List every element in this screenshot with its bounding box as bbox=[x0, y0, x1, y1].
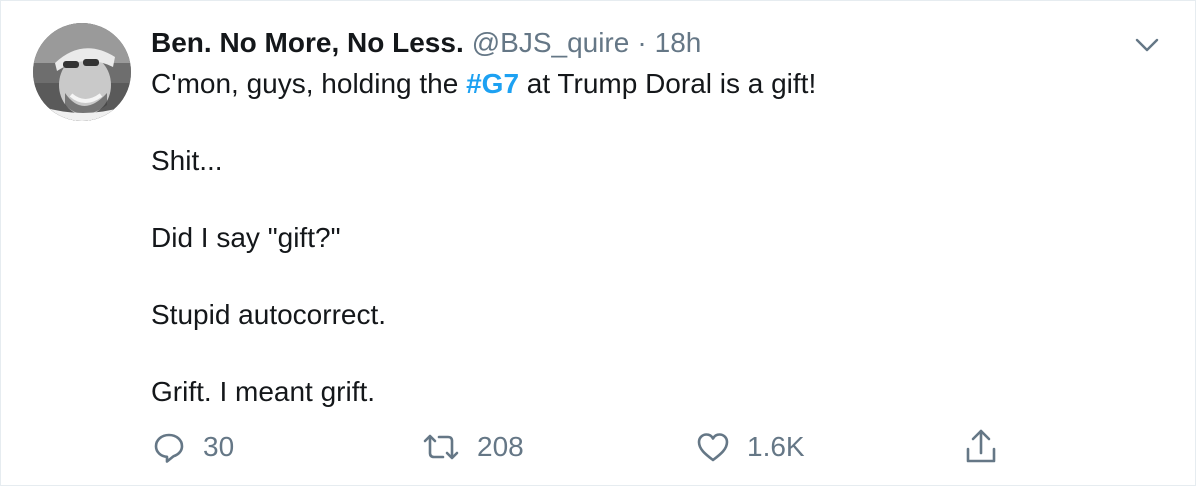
tweet-header: Ben. No More, No Less. @BJS_quire · 18h bbox=[151, 23, 1135, 63]
avatar[interactable] bbox=[33, 23, 131, 121]
tweet-content: Ben. No More, No Less. @BJS_quire · 18h … bbox=[151, 23, 1135, 411]
heart-icon bbox=[695, 429, 731, 465]
separator-dot: · bbox=[637, 27, 647, 58]
reply-count: 30 bbox=[203, 431, 235, 462]
like-count: 1.6K bbox=[747, 431, 805, 462]
hashtag-link[interactable]: #G7 bbox=[466, 68, 519, 99]
tweet-line-5: Grift. I meant grift. bbox=[151, 376, 376, 407]
user-handle[interactable]: @BJS_quire bbox=[472, 23, 630, 63]
share-button[interactable] bbox=[963, 425, 999, 469]
tweet-line-1: C'mon, guys, holding the #G7 at Trump Do… bbox=[151, 65, 1135, 103]
retweet-count: 208 bbox=[477, 431, 524, 462]
line1-after-text: at Trump Doral is a gift! bbox=[519, 68, 817, 99]
tweet-card[interactable]: Ben. No More, No Less. @BJS_quire · 18h … bbox=[0, 0, 1196, 486]
tweet-text: C'mon, guys, holding the #G7 at Trump Do… bbox=[151, 65, 1135, 411]
chevron-down-icon[interactable] bbox=[1133, 31, 1161, 59]
tweet-line-2: Shit... bbox=[151, 145, 223, 176]
like-button[interactable]: 1.6K bbox=[695, 425, 805, 469]
tweet-timestamp[interactable]: 18h bbox=[655, 23, 702, 63]
reply-icon bbox=[151, 429, 187, 465]
tweet-line-4: Stupid autocorrect. bbox=[151, 299, 387, 330]
retweet-button[interactable]: 208 bbox=[421, 425, 524, 469]
share-icon bbox=[963, 427, 999, 467]
tweet-actions: 30 208 1.6K bbox=[151, 425, 1011, 469]
reply-button[interactable]: 30 bbox=[151, 425, 234, 469]
line1-before-text: C'mon, guys, holding the bbox=[151, 68, 467, 99]
tweet-line-3: Did I say "gift?" bbox=[151, 222, 341, 253]
retweet-icon bbox=[421, 429, 461, 465]
display-name[interactable]: Ben. No More, No Less. bbox=[151, 23, 464, 63]
avatar-image bbox=[33, 23, 131, 121]
